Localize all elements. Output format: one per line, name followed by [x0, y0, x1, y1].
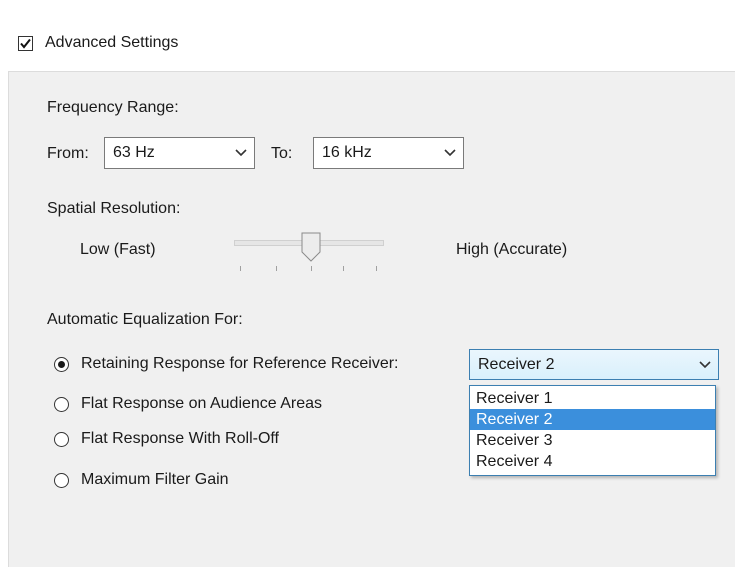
reference-receiver-value: Receiver 2	[478, 355, 555, 373]
chevron-down-icon	[228, 149, 254, 157]
slider-tick	[376, 266, 377, 271]
reference-receiver-select[interactable]: Receiver 2	[469, 349, 719, 380]
from-frequency-value: 63 Hz	[113, 144, 155, 161]
from-frequency-select[interactable]: 63 Hz	[104, 137, 255, 169]
radio-button[interactable]	[54, 396, 69, 412]
to-frequency-value: 16 kHz	[322, 144, 372, 161]
advanced-settings-row[interactable]: Advanced Settings	[18, 31, 178, 55]
radio-button[interactable]	[54, 431, 69, 447]
frequency-range-heading: Frequency Range:	[47, 99, 179, 116]
slider-tick	[276, 266, 277, 271]
slider-tick	[311, 266, 312, 271]
slider-high-label: High (Accurate)	[456, 241, 568, 258]
radio-label: Maximum Filter Gain	[81, 471, 229, 488]
reference-receiver-dropdown-list: Receiver 1 Receiver 2 Receiver 3 Receive…	[469, 385, 716, 476]
radio-selected-dot	[58, 360, 65, 368]
radio-flat-response-rolloff[interactable]: Flat Response With Roll-Off	[54, 428, 279, 450]
radio-retaining-response[interactable]: Retaining Response for Reference Receive…	[54, 353, 399, 375]
radio-button[interactable]	[54, 472, 69, 488]
from-label: From:	[47, 145, 89, 162]
radio-label: Flat Response With Roll-Off	[81, 430, 279, 447]
spatial-resolution-heading: Spatial Resolution:	[47, 200, 181, 217]
radio-label: Retaining Response for Reference Receive…	[81, 355, 399, 372]
radio-label: Flat Response on Audience Areas	[81, 395, 323, 412]
radio-flat-response-audience[interactable]: Flat Response on Audience Areas	[54, 393, 322, 415]
checkmark-icon	[20, 38, 31, 49]
radio-button[interactable]	[54, 356, 69, 372]
slider-tick	[343, 266, 344, 271]
spatial-resolution-slider-thumb[interactable]	[301, 232, 321, 262]
radio-maximum-filter-gain[interactable]: Maximum Filter Gain	[54, 469, 229, 491]
dropdown-option-receiver-3[interactable]: Receiver 3	[470, 430, 715, 451]
dropdown-option-receiver-2[interactable]: Receiver 2	[470, 409, 715, 430]
slider-tick	[240, 266, 241, 271]
auto-equalization-heading: Automatic Equalization For:	[47, 311, 243, 328]
dropdown-option-receiver-1[interactable]: Receiver 1	[470, 388, 715, 409]
advanced-settings-label: Advanced Settings	[45, 34, 179, 51]
dropdown-option-receiver-4[interactable]: Receiver 4	[470, 451, 715, 472]
advanced-settings-checkbox[interactable]	[18, 35, 33, 51]
chevron-down-icon	[692, 360, 718, 369]
chevron-down-icon	[437, 149, 463, 157]
to-label: To:	[271, 145, 293, 162]
slider-low-label: Low (Fast)	[80, 241, 156, 258]
to-frequency-select[interactable]: 16 kHz	[313, 137, 464, 169]
